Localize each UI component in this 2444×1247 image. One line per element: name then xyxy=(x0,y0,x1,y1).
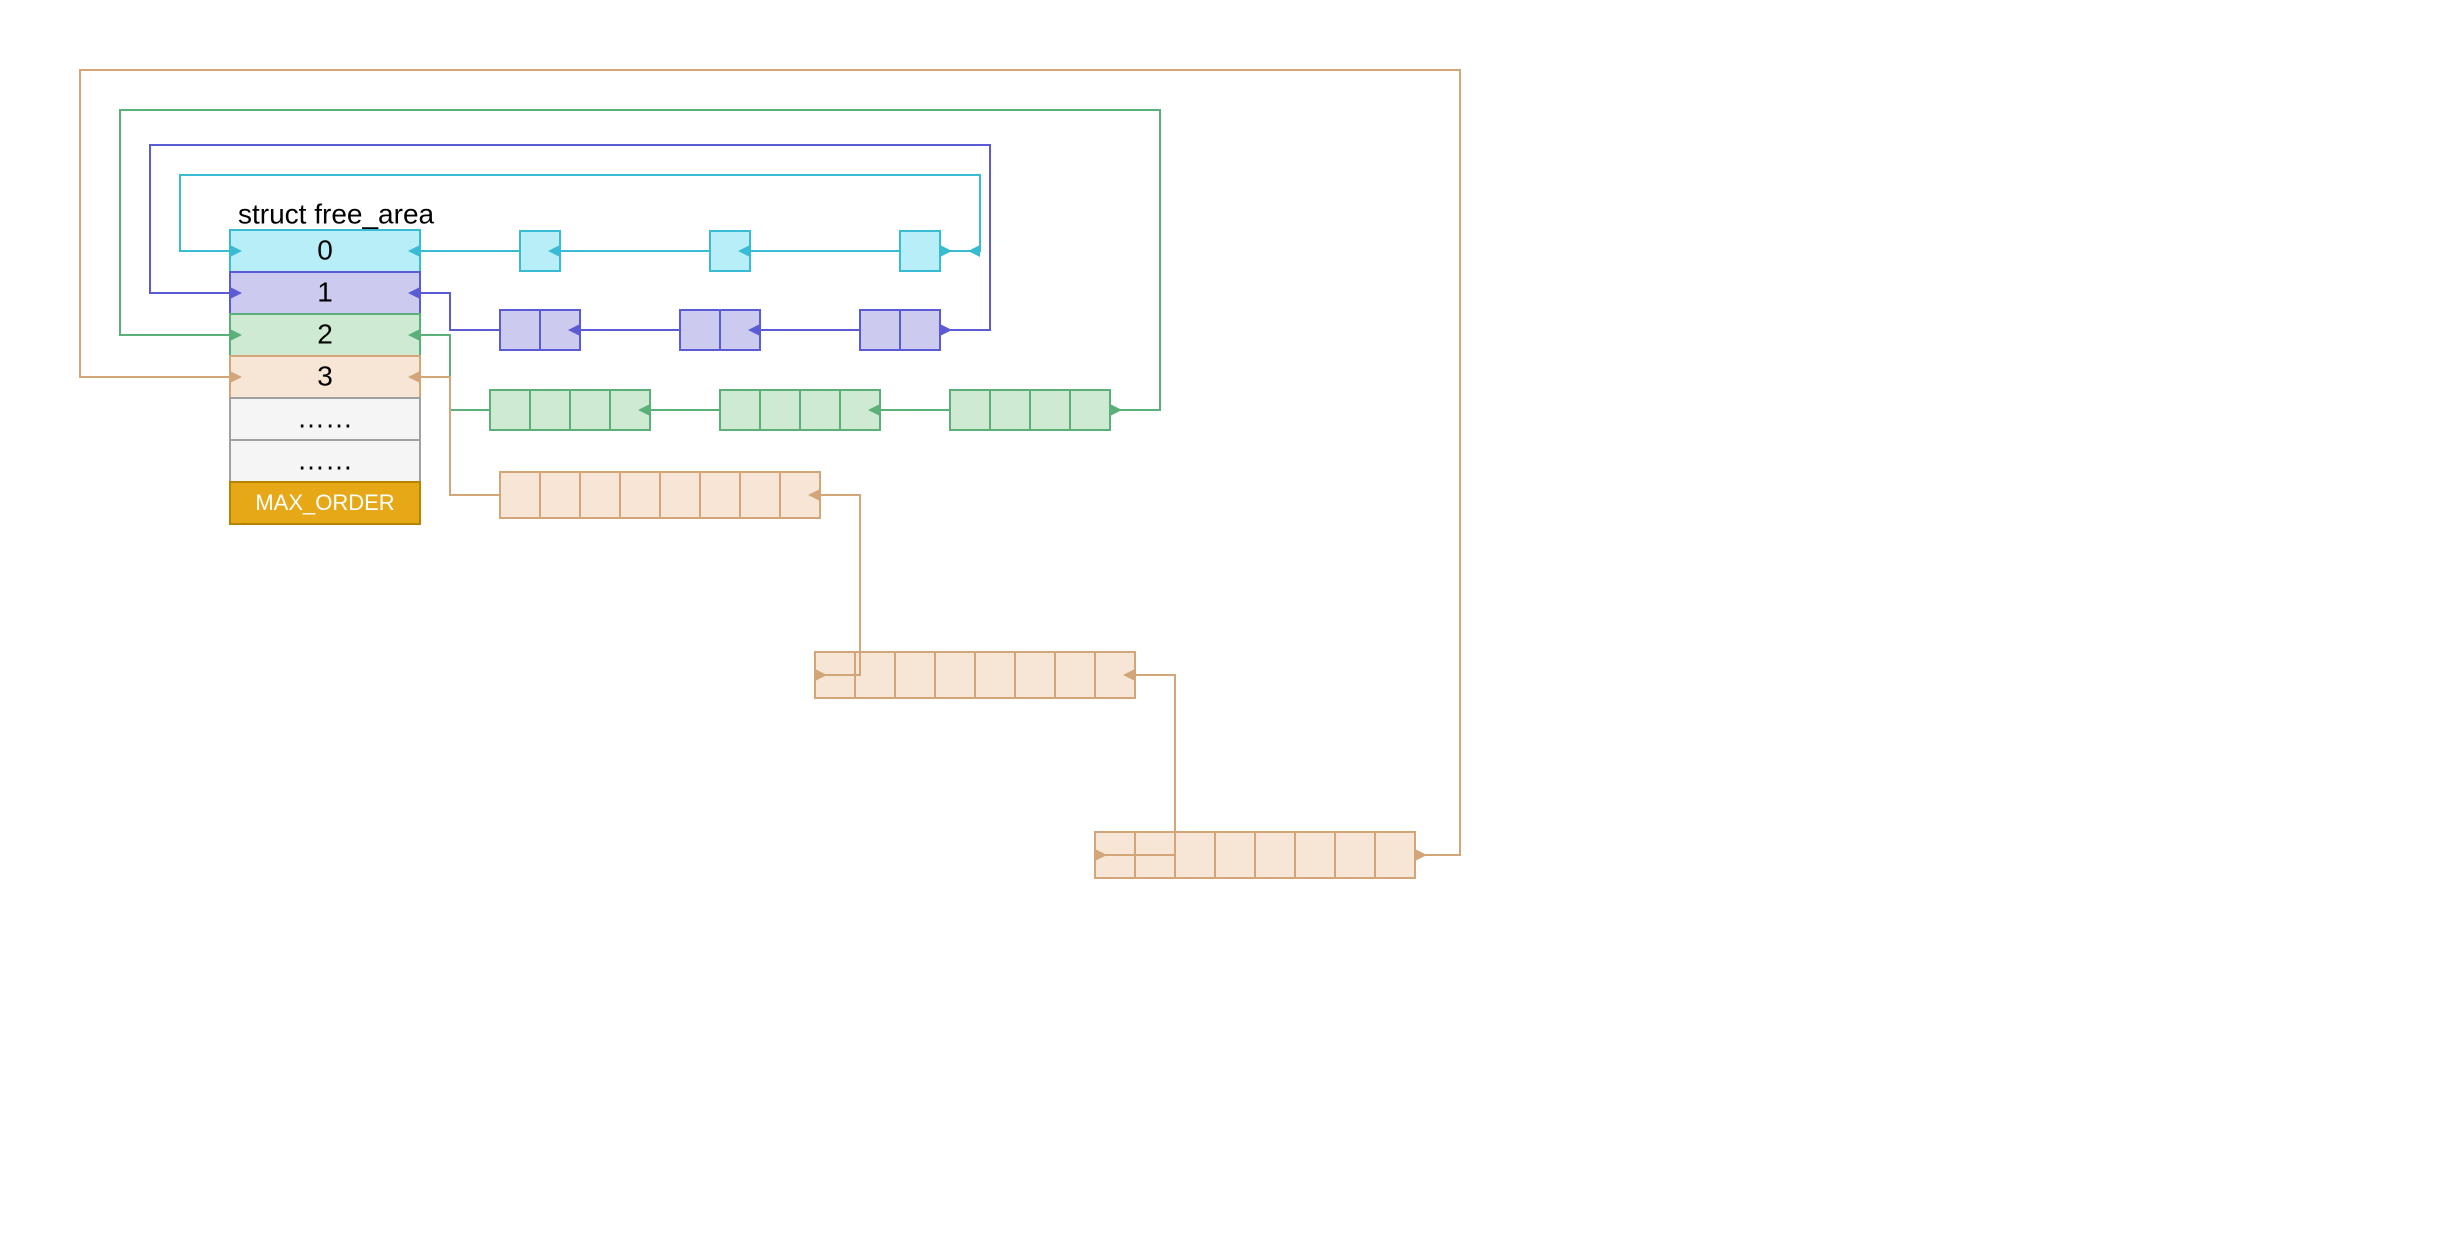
table-row-0-label: 0 xyxy=(317,234,333,265)
table-row-1-label: 1 xyxy=(317,276,333,307)
table-header: struct free_area xyxy=(238,198,435,229)
table-row-2-label: 2 xyxy=(317,318,333,349)
table-row-5-label: …… xyxy=(297,444,353,475)
table-row-3-label: 3 xyxy=(317,360,333,391)
table-row-6-label: MAX_ORDER xyxy=(255,490,394,515)
table-row-4-label: …… xyxy=(297,402,353,433)
free-area-diagram: struct free_area 0 1 2 3 …… …… MAX_ORDER xyxy=(0,0,2444,1247)
free-area-table: struct free_area 0 1 2 3 …… …… MAX_ORDER xyxy=(230,198,435,524)
